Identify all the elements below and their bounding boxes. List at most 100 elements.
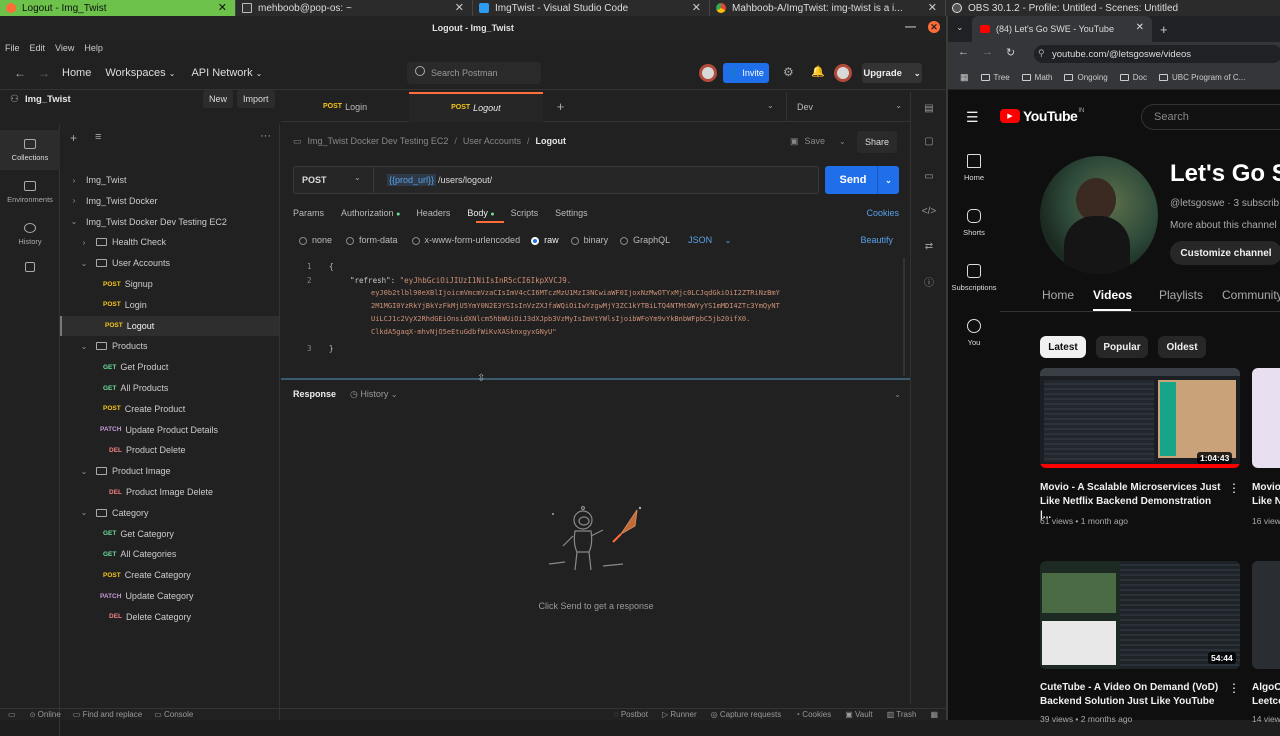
- taskbar-tab-obs[interactable]: OBS 30.1.2 - Profile: Untitled - Scenes:…: [946, 0, 1280, 16]
- more-icon[interactable]: ···: [260, 130, 271, 142]
- status-online[interactable]: ⊙ Online: [30, 710, 61, 719]
- taskbar-tab-postman[interactable]: Logout - Img_Twist ✕: [0, 0, 236, 16]
- tree-request-item[interactable]: POST Login: [60, 295, 279, 315]
- status-vault[interactable]: ▣ Vault: [845, 710, 872, 719]
- workspace-name[interactable]: Img_Twist: [25, 94, 71, 105]
- close-window-icon[interactable]: ✕: [928, 21, 940, 33]
- more-vertical-icon[interactable]: ⋮: [1228, 481, 1240, 495]
- chevron-right-icon[interactable]: ›: [70, 176, 78, 185]
- tab-settings[interactable]: Settings: [555, 208, 588, 218]
- status-console[interactable]: ▭ Console: [154, 710, 193, 719]
- beautify-link[interactable]: Beautify: [860, 235, 893, 245]
- body-editor[interactable]: 1 { 2 "refresh": "eyJhbGciOiJIUzI1NiIsIn…: [281, 258, 905, 376]
- document-icon[interactable]: ▢: [911, 124, 947, 159]
- close-icon[interactable]: ✕: [1136, 22, 1144, 33]
- chevron-down-icon[interactable]: ⌄: [894, 390, 901, 399]
- tab-params[interactable]: Params: [293, 208, 324, 218]
- chevron-right-icon[interactable]: ›: [80, 238, 88, 247]
- bell-icon[interactable]: 🔔: [811, 65, 825, 78]
- channel-tab-videos[interactable]: Videos: [1093, 288, 1132, 302]
- chip-oldest[interactable]: Oldest: [1158, 336, 1206, 358]
- taskbar-tab-chrome[interactable]: Mahboob-A/ImgTwist: img-twist is a i... …: [710, 0, 946, 16]
- video-thumbnail[interactable]: 54:44: [1040, 561, 1240, 669]
- sidebar-item-more[interactable]: [0, 254, 60, 284]
- format-select[interactable]: JSON ⌄: [688, 235, 731, 245]
- video-title[interactable]: CuteTube - A Video On Demand (VoD) Backe…: [1040, 681, 1230, 709]
- bookmark-doc[interactable]: Doc: [1119, 73, 1147, 82]
- tree-collection-item[interactable]: ⌄ Img_Twist Docker Dev Testing EC2: [60, 212, 279, 232]
- radio-raw[interactable]: raw: [531, 235, 559, 245]
- url-field[interactable]: ⚲ youtube.com/@letsgoswe/videos: [1034, 45, 1280, 63]
- cookies-link[interactable]: Cookies: [866, 208, 899, 218]
- history-dropdown[interactable]: ◷ History ⌄: [350, 389, 398, 400]
- save-button[interactable]: ▣ Save ⌄: [790, 132, 846, 150]
- share-button[interactable]: Share: [857, 131, 897, 153]
- tab-headers[interactable]: Headers: [416, 208, 450, 218]
- avatar[interactable]: [834, 64, 852, 82]
- url-input[interactable]: {{prod_url}} /users/logout/: [387, 167, 492, 193]
- reload-icon[interactable]: ↻: [1006, 46, 1015, 59]
- close-icon[interactable]: ✕: [928, 1, 937, 14]
- tree-request-item[interactable]: GET All Categories: [60, 544, 279, 564]
- tab-logout[interactable]: POST Logout: [409, 91, 543, 122]
- status-trash[interactable]: ▥ Trash: [887, 710, 917, 719]
- status-find-replace[interactable]: ▭ Find and replace: [73, 710, 142, 719]
- tree-collection-item[interactable]: › Img_Twist: [60, 170, 279, 190]
- nav-home[interactable]: Home: [62, 67, 91, 79]
- record-icon[interactable]: [699, 64, 717, 82]
- close-icon[interactable]: ✕: [218, 1, 227, 14]
- bookmark-tree[interactable]: Tree: [980, 73, 1010, 82]
- radio-none[interactable]: none: [299, 235, 332, 245]
- tree-request-item[interactable]: PATCH Update Category: [60, 586, 279, 606]
- tree-request-item[interactable]: POST Logout: [60, 315, 279, 336]
- chevron-down-icon[interactable]: ⌄: [767, 101, 774, 110]
- taskbar-tab-terminal[interactable]: mehboob@pop-os: ~ ✕: [236, 0, 473, 16]
- video-thumbnail[interactable]: [1252, 561, 1280, 669]
- yt-nav-you[interactable]: You: [948, 319, 1000, 347]
- filter-icon[interactable]: ≡: [95, 131, 101, 143]
- hamburger-menu-icon[interactable]: ☰: [966, 109, 979, 126]
- info-icon[interactable]: ⓘ: [911, 264, 947, 299]
- tree-request-item[interactable]: DEL Product Image Delete: [60, 482, 279, 502]
- sidebar-item-history[interactable]: History: [0, 214, 60, 254]
- taskbar-tab-vscode[interactable]: ImgTwist - Visual Studio Code ✕: [473, 0, 710, 16]
- close-icon[interactable]: ✕: [455, 1, 464, 14]
- chevron-down-icon[interactable]: ⌄: [70, 217, 78, 226]
- tree-request-item[interactable]: POST Create Product: [60, 399, 279, 419]
- radio-binary[interactable]: binary: [570, 235, 608, 245]
- search-input[interactable]: Search: [1141, 104, 1280, 130]
- tree-folder-item[interactable]: ⌄ Products: [60, 336, 279, 356]
- related-icon[interactable]: ⇄: [911, 229, 947, 264]
- channel-tab-home[interactable]: Home: [1042, 288, 1074, 302]
- tree-request-item[interactable]: GET All Products: [60, 378, 279, 398]
- tree-request-item[interactable]: GET Get Product: [60, 357, 279, 377]
- nav-workspaces[interactable]: Workspaces ⌄: [105, 67, 175, 79]
- channel-tab-playlists[interactable]: Playlists: [1159, 288, 1203, 302]
- tree-folder-item[interactable]: ⌄ User Accounts: [60, 253, 279, 273]
- tab-body[interactable]: Body ●: [467, 208, 494, 218]
- sidebar-item-environments[interactable]: Environments: [0, 170, 60, 214]
- minimize-icon[interactable]: —: [905, 21, 916, 33]
- tab-list-icon[interactable]: ⌄: [956, 22, 964, 33]
- tree-folder-item[interactable]: ⌄ Product Image: [60, 461, 279, 481]
- status-runner[interactable]: ▷ Runner: [662, 710, 697, 719]
- channel-tab-community[interactable]: Community: [1222, 288, 1280, 302]
- menu-edit[interactable]: Edit: [30, 43, 46, 53]
- tab-scripts[interactable]: Scripts: [511, 208, 539, 218]
- status-postbot[interactable]: ◌ Postbot: [614, 710, 648, 719]
- pane-splitter[interactable]: [281, 378, 910, 380]
- grid-icon[interactable]: ▦: [930, 710, 938, 719]
- tree-folder-item[interactable]: › Health Check: [60, 232, 279, 252]
- method-select[interactable]: POST ⌄: [294, 167, 374, 193]
- status-capture[interactable]: ◎ Capture requests: [711, 710, 782, 719]
- channel-avatar[interactable]: [1040, 156, 1158, 274]
- apps-icon[interactable]: ▦: [960, 72, 969, 83]
- close-icon[interactable]: ✕: [692, 1, 701, 14]
- plus-icon[interactable]: +: [70, 131, 77, 145]
- tab-login[interactable]: POST Login: [281, 92, 409, 122]
- chip-latest[interactable]: Latest: [1040, 336, 1086, 358]
- new-tab-icon[interactable]: +: [1160, 22, 1168, 37]
- channel-about-link[interactable]: More about this channel: [1170, 220, 1277, 231]
- tab-authorization[interactable]: Authorization ●: [341, 208, 400, 218]
- new-button[interactable]: New: [203, 90, 234, 108]
